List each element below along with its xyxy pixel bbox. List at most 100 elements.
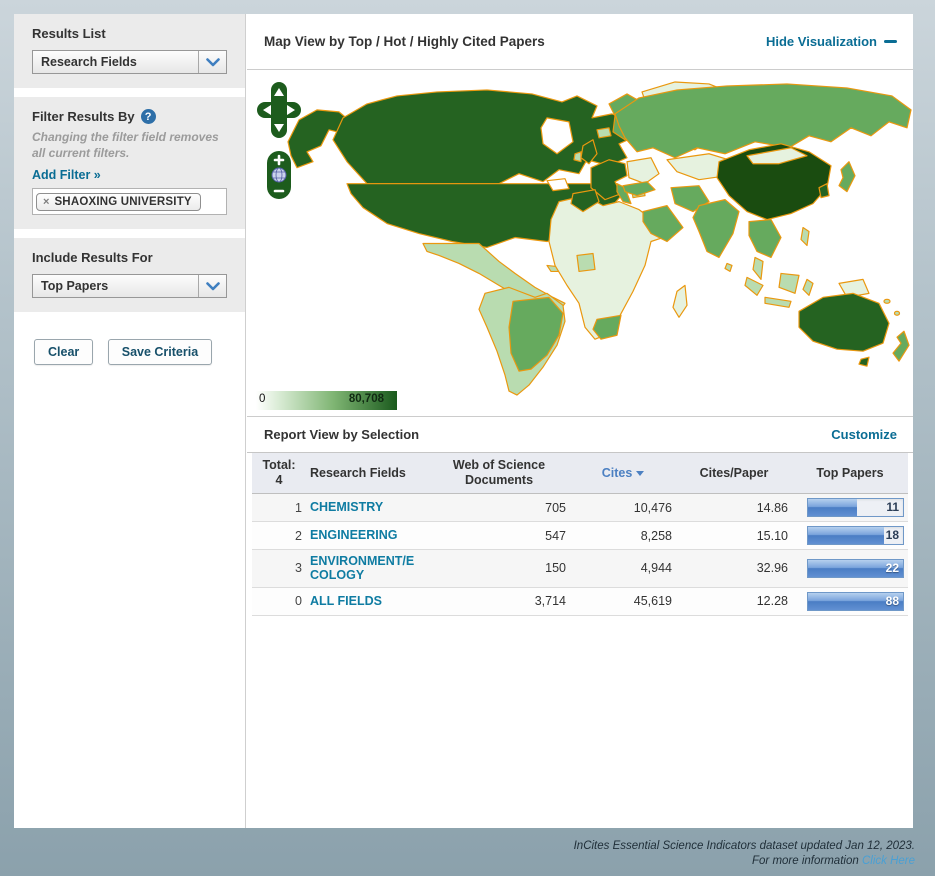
row-rank: 2 <box>252 521 306 550</box>
sidebar-buttons: Clear Save Criteria <box>14 321 245 366</box>
field-link[interactable]: ENVIRONMENT/ECOLOGY <box>310 554 416 583</box>
country-sumatra <box>744 276 764 296</box>
column-header-wos-documents[interactable]: Web of Science Documents <box>428 453 570 494</box>
filter-note: Changing the filter field removes all cu… <box>32 130 219 160</box>
filter-heading: Filter Results By <box>32 109 135 124</box>
map-legend: 0 80,708 <box>256 391 397 410</box>
total-value: 4 <box>275 473 283 487</box>
total-label: Total: <box>262 458 296 472</box>
top-papers-value: 18 <box>885 528 899 542</box>
minus-icon <box>884 40 897 43</box>
total-header: Total: 4 <box>252 453 306 494</box>
cites-value: 10,476 <box>570 493 676 522</box>
map-controls <box>257 82 301 199</box>
wos-value: 150 <box>428 549 570 588</box>
hide-visualization-link[interactable]: Hide Visualization <box>766 34 897 49</box>
world-map[interactable]: 0 80,708 <box>247 70 913 417</box>
country-nigeria <box>576 252 596 273</box>
zoom-control[interactable] <box>266 151 292 199</box>
bar-fill <box>808 499 858 516</box>
table-row: 2 ENGINEERING 547 8,258 15.10 18 <box>252 521 908 550</box>
sidebar: Results List Research Fields Filter Resu… <box>14 14 246 828</box>
report-table: Total: 4 Research Fields Web of Science … <box>252 453 908 616</box>
filter-panel: Filter Results By ? Changing the filter … <box>14 97 245 230</box>
legend-min: 0 <box>259 393 266 405</box>
top-papers-value: 22 <box>885 560 899 575</box>
report-title: Report View by Selection <box>264 427 420 442</box>
bar-fill <box>808 527 884 544</box>
footer-line2-text: For more information <box>752 855 862 868</box>
column-header-cites[interactable]: Cites <box>570 453 676 494</box>
include-results-select[interactable]: Top Papers <box>32 274 227 299</box>
wos-value: 547 <box>428 521 570 550</box>
filter-tag-label: SHAOXING UNIVERSITY <box>54 196 192 209</box>
column-header-top-papers[interactable]: Top Papers <box>792 453 908 494</box>
row-rank: 1 <box>252 493 306 522</box>
country-sulawesi <box>802 278 814 296</box>
report-header: Report View by Selection Customize <box>247 417 913 453</box>
sort-desc-icon <box>636 470 645 476</box>
column-header-research-fields[interactable]: Research Fields <box>306 453 428 494</box>
column-header-cites-per-paper[interactable]: Cites/Paper <box>676 453 792 494</box>
footer-line1: InCites Essential Science Indicators dat… <box>573 839 915 852</box>
page-footer: InCites Essential Science Indicators dat… <box>574 839 915 870</box>
customize-link[interactable]: Customize <box>831 427 897 442</box>
country-brazil <box>508 296 564 372</box>
choropleth-map-svg <box>287 81 912 396</box>
country-australia <box>798 292 890 352</box>
pacific-island <box>893 310 901 316</box>
hide-visualization-label: Hide Visualization <box>765 34 877 49</box>
table-row: 3 ENVIRONMENT/ECOLOGY 150 4,944 32.96 22 <box>252 549 908 588</box>
cites-value: 4,944 <box>570 549 676 588</box>
country-borneo <box>778 272 800 294</box>
field-link[interactable]: CHEMISTRY <box>310 500 383 514</box>
results-list-heading: Results List <box>32 26 106 41</box>
remove-tag-icon[interactable]: × <box>43 196 49 208</box>
table-row: 0 ALL FIELDS 3,714 45,619 12.28 88 <box>252 586 908 616</box>
clear-button[interactable]: Clear <box>34 339 94 366</box>
include-results-selected-value: Top Papers <box>41 279 109 294</box>
country-sri-lanka <box>724 262 733 273</box>
country-java <box>764 296 792 308</box>
wos-value: 705 <box>428 493 570 522</box>
cites-per-paper-value: 15.10 <box>676 521 792 550</box>
country-iceland <box>596 127 612 139</box>
country-new-zealand <box>892 330 910 362</box>
cites-value: 45,619 <box>570 586 676 616</box>
country-madagascar <box>672 284 688 318</box>
footer-line2: For more information Click Here <box>574 854 915 870</box>
legend-max: 80,708 <box>348 393 384 405</box>
cites-per-paper-value: 12.28 <box>676 586 792 616</box>
top-papers-bar: 11 <box>807 498 904 517</box>
help-icon[interactable]: ? <box>140 109 156 124</box>
save-criteria-button[interactable]: Save Criteria <box>107 339 213 366</box>
pacific-island <box>883 298 891 304</box>
results-list-select[interactable]: Research Fields <box>32 50 227 74</box>
indochina <box>748 218 782 259</box>
results-list-panel: Results List Research Fields <box>14 14 245 88</box>
pan-control[interactable] <box>257 82 301 138</box>
table-row: 1 CHEMISTRY 705 10,476 14.86 11 <box>252 493 908 522</box>
filter-tag-container: × SHAOXING UNIVERSITY <box>32 188 227 216</box>
cites-per-paper-value: 32.96 <box>676 549 792 588</box>
page: Results List Research Fields Filter Resu… <box>0 0 935 876</box>
map-header: Map View by Top / Hot / Highly Cited Pap… <box>247 14 913 70</box>
field-link[interactable]: ALL FIELDS <box>310 594 382 608</box>
field-link[interactable]: ENGINEERING <box>310 528 398 542</box>
cites-label: Cites <box>601 465 633 480</box>
include-results-panel: Include Results For Top Papers <box>14 238 245 313</box>
wos-value: 3,714 <box>428 586 570 616</box>
cites-per-paper-value: 14.86 <box>676 493 792 522</box>
country-ireland <box>573 151 582 163</box>
click-here-link[interactable]: Click Here <box>862 855 915 867</box>
chevron-down-icon[interactable] <box>198 51 226 73</box>
eastern-europe <box>626 157 660 185</box>
country-india <box>692 199 740 259</box>
cites-value: 8,258 <box>570 521 676 550</box>
chevron-down-icon[interactable] <box>198 275 226 298</box>
table-header-row: Total: 4 Research Fields Web of Science … <box>252 453 908 494</box>
results-list-selected-value: Research Fields <box>41 55 137 69</box>
filter-tag[interactable]: × SHAOXING UNIVERSITY <box>36 193 201 212</box>
map-title: Map View by Top / Hot / Highly Cited Pap… <box>264 34 545 49</box>
add-filter-link[interactable]: Add Filter » <box>32 168 101 182</box>
